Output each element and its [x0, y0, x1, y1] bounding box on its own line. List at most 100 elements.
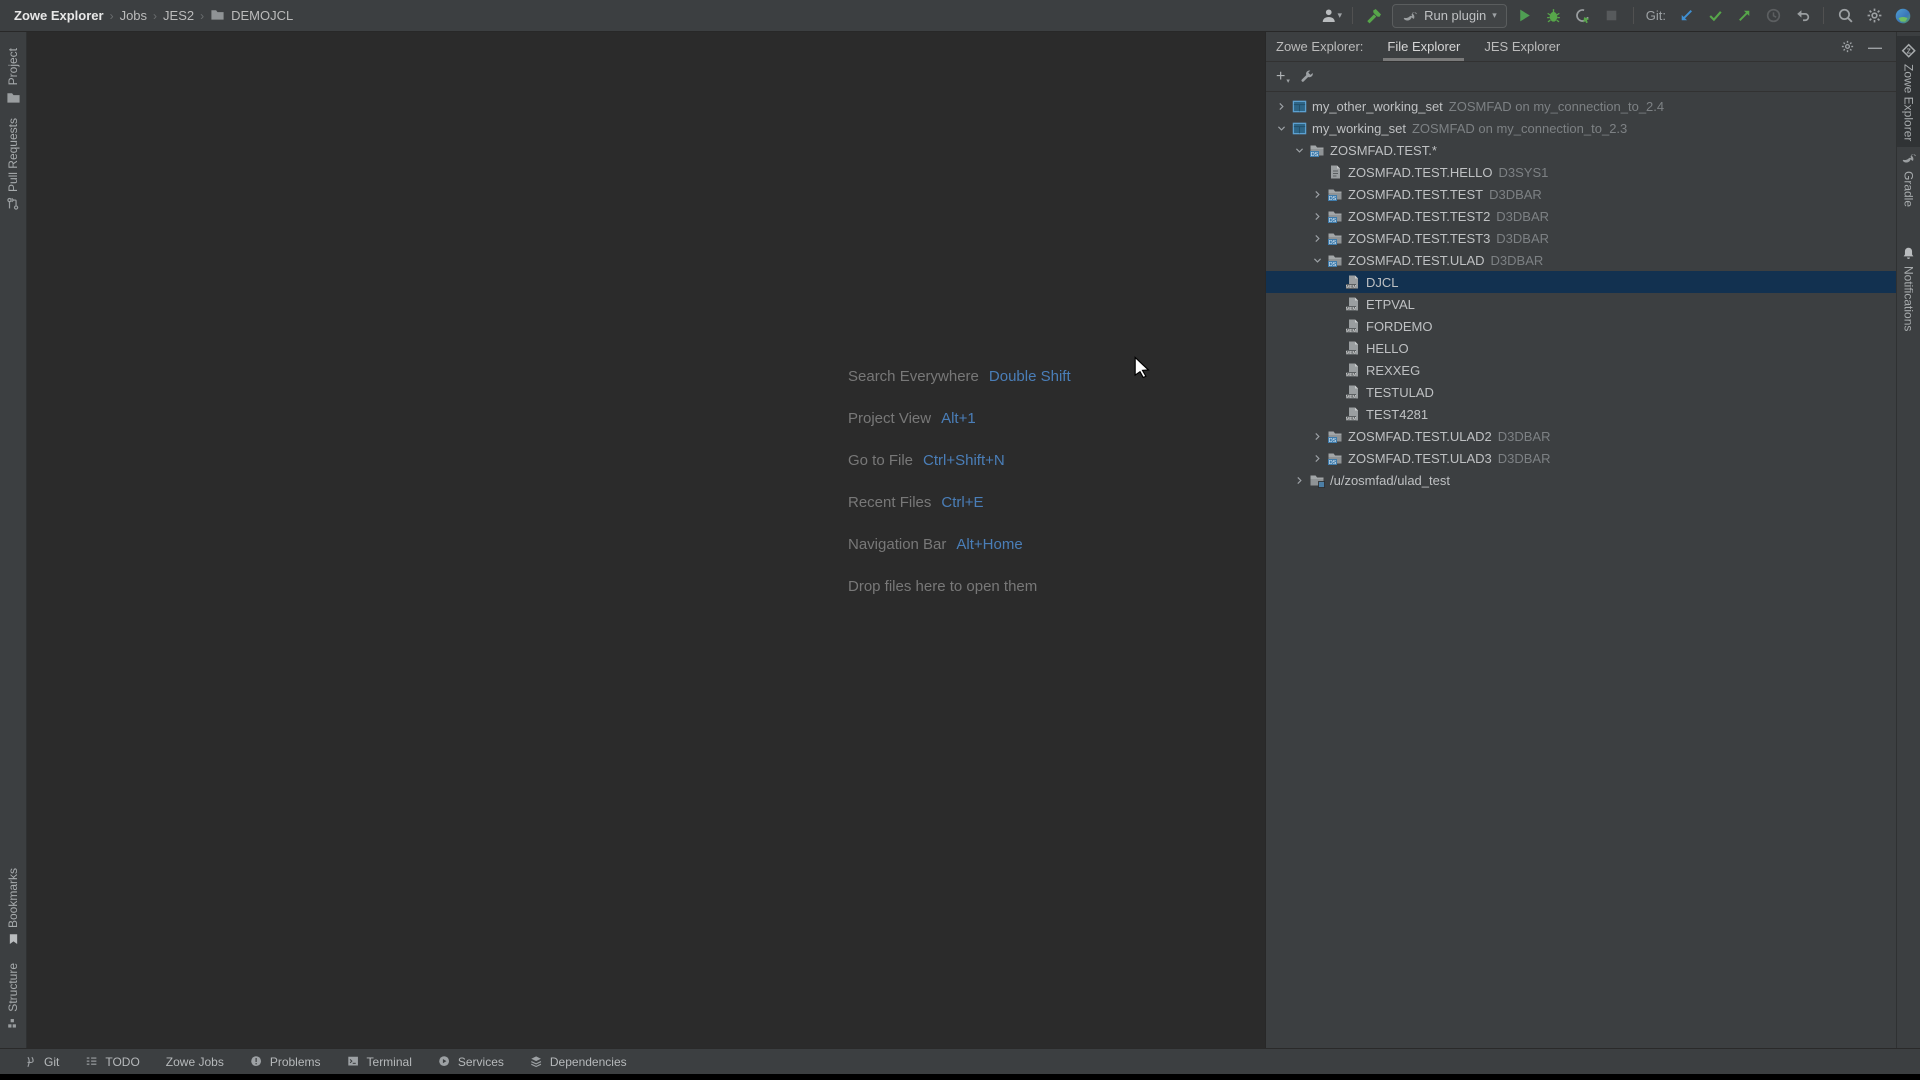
svg-text:MEM: MEM	[1346, 350, 1357, 355]
build-hammer-icon[interactable]	[1363, 5, 1385, 27]
tool-window-button-services[interactable]: Services	[438, 1055, 504, 1069]
tool-stripe-button-notifications[interactable]: Notifications	[1897, 240, 1920, 337]
tree-item[interactable]: MEM TEST4281	[1266, 403, 1896, 425]
dataset-folder-icon: DS	[1326, 252, 1344, 268]
breadcrumb-separator: ›	[200, 9, 204, 23]
chevron-right-icon[interactable]	[1290, 475, 1308, 486]
tree-item[interactable]: MEM REXXEG	[1266, 359, 1896, 381]
todo-icon	[85, 1055, 99, 1069]
tree-item-label: my_other_working_set	[1312, 99, 1443, 114]
tool-window-button-problems[interactable]: Problems	[250, 1055, 321, 1069]
shortcut-action: Search Everywhere	[848, 368, 979, 385]
update-project-icon[interactable]	[1675, 5, 1697, 27]
editor-area: Search Everywhere Double Shift Project V…	[27, 32, 1265, 1048]
shortcut-hint-row: Recent Files Ctrl+E	[848, 494, 1071, 536]
tree-item[interactable]: my_working_set ZOSMFAD on my_connection_…	[1266, 117, 1896, 139]
tree-item-label: ZOSMFAD.TEST.ULAD2	[1348, 429, 1492, 444]
run-icon[interactable]	[1514, 5, 1536, 27]
chevron-down-icon[interactable]	[1272, 123, 1290, 134]
tool-window-label: Services	[458, 1055, 504, 1069]
avatar-icon[interactable]	[1892, 5, 1914, 27]
tree-item[interactable]: MEM TESTULAD	[1266, 381, 1896, 403]
gradle-icon	[1901, 150, 1917, 166]
tree-item-label: ZOSMFAD.TEST.TEST2	[1348, 209, 1490, 224]
tree-item[interactable]: MEM HELLO	[1266, 337, 1896, 359]
tree-item[interactable]: DS ZOSMFAD.TEST.ULAD D3DBAR	[1266, 249, 1896, 271]
add-icon[interactable]: +▾	[1276, 69, 1290, 85]
tree-item[interactable]: /u/zosmfad/ulad_test	[1266, 469, 1896, 491]
tool-window-button-git[interactable]: Git	[24, 1055, 59, 1069]
tool-stripe-button-pull-requests[interactable]: Pull Requests	[0, 112, 26, 217]
search-icon[interactable]	[1834, 5, 1856, 27]
tool-window-button-terminal[interactable]: Terminal	[347, 1055, 412, 1069]
chevron-right-icon[interactable]	[1308, 233, 1326, 244]
tool-window-button-todo[interactable]: TODO	[85, 1055, 139, 1069]
tool-stripe-label: Bookmarks	[6, 868, 20, 928]
project-folder-icon	[6, 90, 21, 105]
settings-icon[interactable]	[1863, 5, 1885, 27]
tree-item[interactable]: DS ZOSMFAD.TEST.TEST3 D3DBAR	[1266, 227, 1896, 249]
tool-window-button-dependencies[interactable]: Dependencies	[530, 1055, 627, 1069]
tool-window-button-zowe-jobs[interactable]: Zowe Jobs	[166, 1055, 224, 1069]
working-set-icon	[1290, 99, 1308, 114]
breadcrumb-item[interactable]: DEMOJCL	[231, 8, 293, 23]
minimize-icon[interactable]: —	[1866, 38, 1884, 56]
breadcrumb-item[interactable]: JES2	[163, 8, 194, 23]
breadcrumb-item[interactable]: Jobs	[120, 8, 147, 23]
left-tool-stripe: Project Pull Requests Bookmarks Structure	[0, 32, 27, 1048]
chevron-down-icon[interactable]	[1290, 145, 1308, 156]
user-icon[interactable]: ▾	[1320, 5, 1342, 27]
tree-item-label: ZOSMFAD.TEST.TEST3	[1348, 231, 1490, 246]
shortcut-keys: Alt+1	[941, 410, 976, 427]
chevron-right-icon[interactable]	[1272, 101, 1290, 112]
tool-stripe-button-structure[interactable]: Structure	[0, 957, 26, 1036]
tree-item[interactable]: MEM ETPVAL	[1266, 293, 1896, 315]
debug-icon[interactable]	[1543, 5, 1565, 27]
tool-stripe-button-gradle[interactable]: Gradle	[1897, 144, 1920, 213]
tab-jes-explorer[interactable]: JES Explorer	[1472, 32, 1572, 61]
breadcrumb-separator: ›	[110, 9, 114, 23]
tool-stripe-button-bookmarks[interactable]: Bookmarks	[0, 862, 26, 952]
tab-file-explorer[interactable]: File Explorer	[1375, 32, 1472, 61]
profiler-icon[interactable]	[1572, 5, 1594, 27]
stop-icon[interactable]	[1601, 5, 1623, 27]
tool-stripe-button-zowe-explorer[interactable]: ZZowe Explorer	[1897, 36, 1920, 147]
tree-item[interactable]: DS ZOSMFAD.TEST.TEST D3DBAR	[1266, 183, 1896, 205]
chevron-right-icon[interactable]	[1308, 453, 1326, 464]
chevron-right-icon[interactable]	[1308, 431, 1326, 442]
chevron-down-icon[interactable]	[1308, 255, 1326, 266]
breadcrumb: Zowe Explorer›Jobs›JES2›DEMOJCL	[0, 7, 293, 25]
push-icon[interactable]	[1733, 5, 1755, 27]
tree-item[interactable]: DS ZOSMFAD.TEST.ULAD2 D3DBAR	[1266, 425, 1896, 447]
tree-item-suffix: D3DBAR	[1496, 209, 1549, 224]
window-edge	[0, 1074, 1920, 1080]
shortcut-hint-row: Drop files here to open them	[848, 578, 1071, 620]
tree-item[interactable]: DS ZOSMFAD.TEST.*	[1266, 139, 1896, 161]
panel-settings-icon[interactable]	[1838, 38, 1856, 56]
tree-item-label: ETPVAL	[1366, 297, 1415, 312]
tree-item[interactable]: MEM DJCL	[1266, 271, 1896, 293]
tree-item[interactable]: MEM FORDEMO	[1266, 315, 1896, 337]
commit-icon[interactable]	[1704, 5, 1726, 27]
tool-stripe-label: Project	[6, 48, 20, 85]
tool-stripe-button-project[interactable]: Project	[0, 42, 26, 111]
tree-item[interactable]: DS ZOSMFAD.TEST.TEST2 D3DBAR	[1266, 205, 1896, 227]
tree-item-label: ZOSMFAD.TEST.TEST	[1348, 187, 1483, 202]
breadcrumb-item[interactable]: Zowe Explorer	[14, 8, 104, 23]
chevron-right-icon[interactable]	[1308, 189, 1326, 200]
git-label: Git:	[1644, 8, 1668, 23]
wrench-icon[interactable]	[1300, 69, 1315, 84]
run-configuration-select[interactable]: Run plugin▾	[1392, 4, 1507, 28]
tree-item[interactable]: my_other_working_set ZOSMFAD on my_conne…	[1266, 95, 1896, 117]
tree-item[interactable]: ZOSMFAD.TEST.HELLO D3SYS1	[1266, 161, 1896, 183]
zowe-explorer-panel: Zowe Explorer: File ExplorerJES Explorer…	[1265, 32, 1896, 1048]
notifications-icon	[1901, 246, 1916, 261]
tree-item-label: DJCL	[1366, 275, 1399, 290]
member-icon: MEM	[1344, 296, 1362, 312]
pull-request-icon	[6, 197, 20, 211]
history-icon[interactable]	[1762, 5, 1784, 27]
svg-text:DS: DS	[1329, 262, 1337, 268]
rollback-icon[interactable]	[1791, 5, 1813, 27]
chevron-right-icon[interactable]	[1308, 211, 1326, 222]
tree-item[interactable]: DS ZOSMFAD.TEST.ULAD3 D3DBAR	[1266, 447, 1896, 469]
